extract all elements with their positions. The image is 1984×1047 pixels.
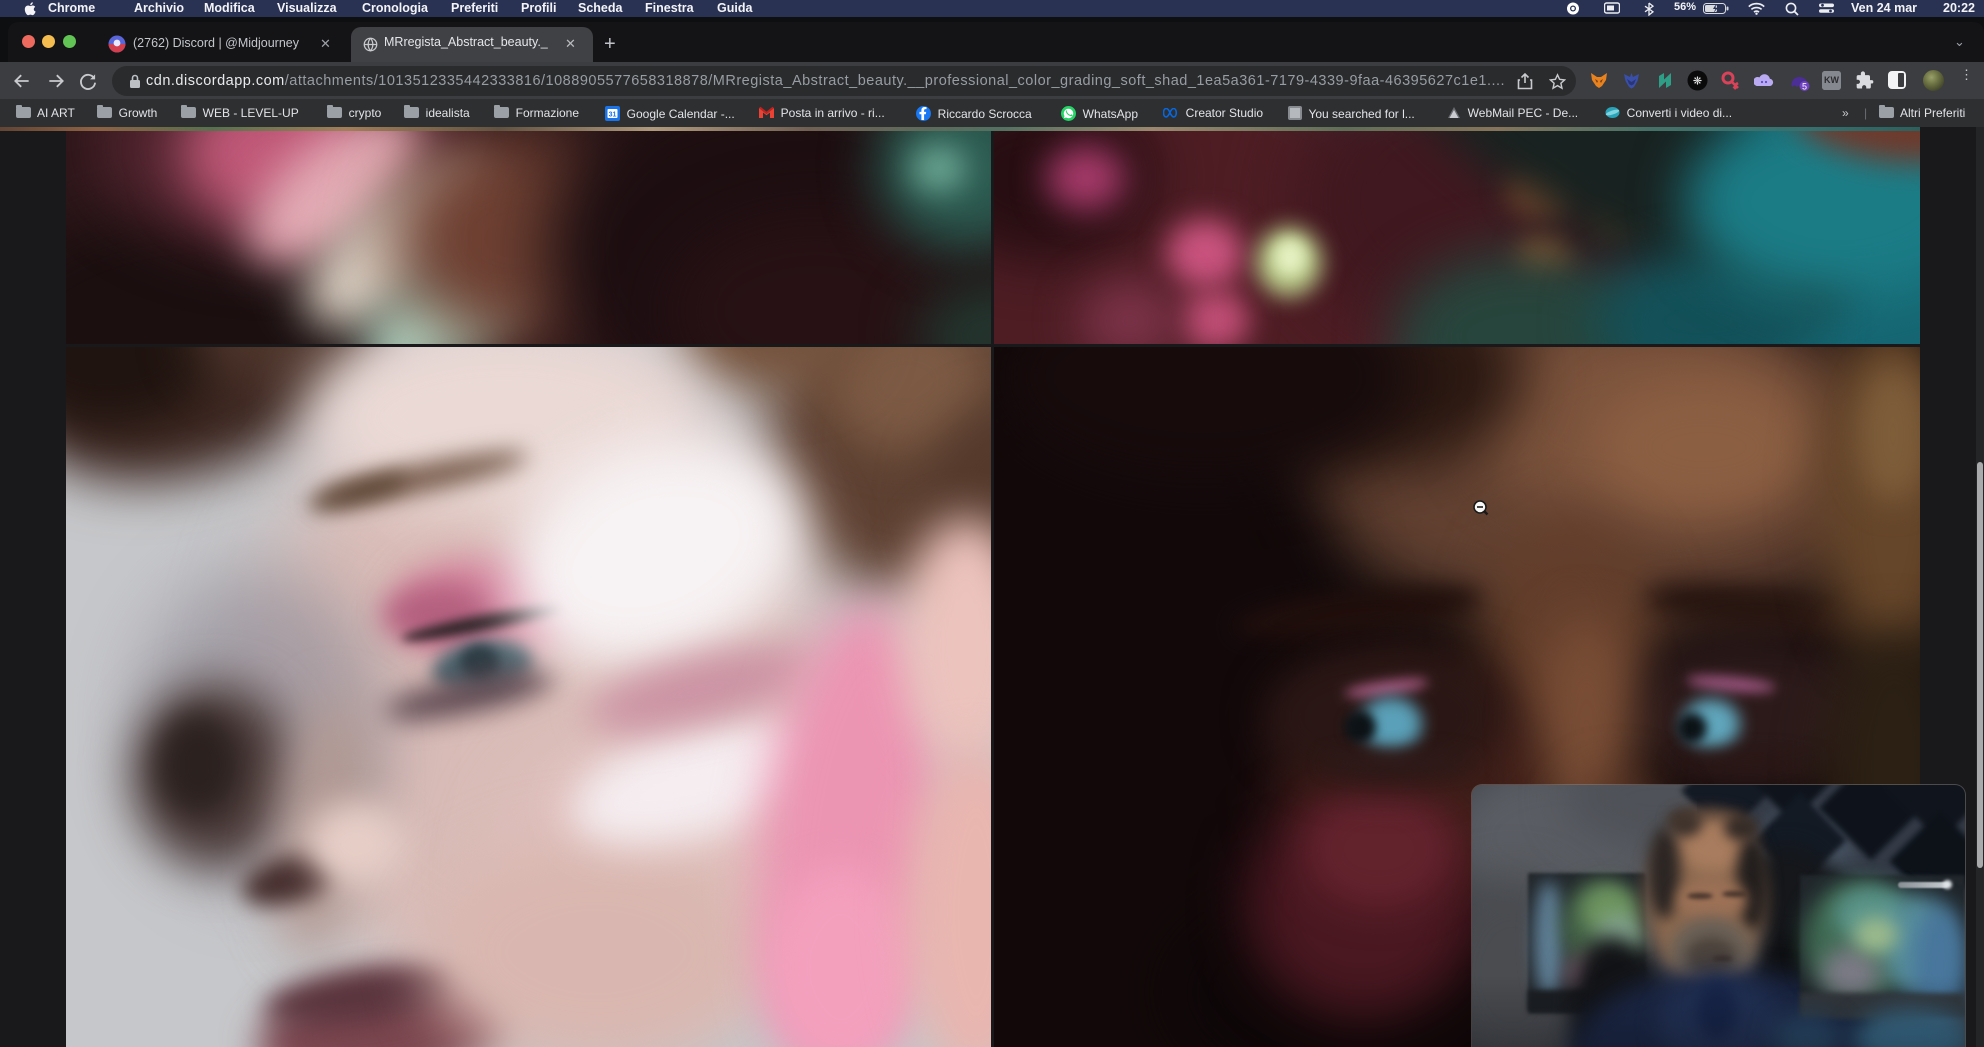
svg-text:❋: ❋	[1693, 76, 1702, 88]
svg-text:31: 31	[609, 112, 617, 119]
svg-text:5: 5	[1802, 82, 1807, 91]
